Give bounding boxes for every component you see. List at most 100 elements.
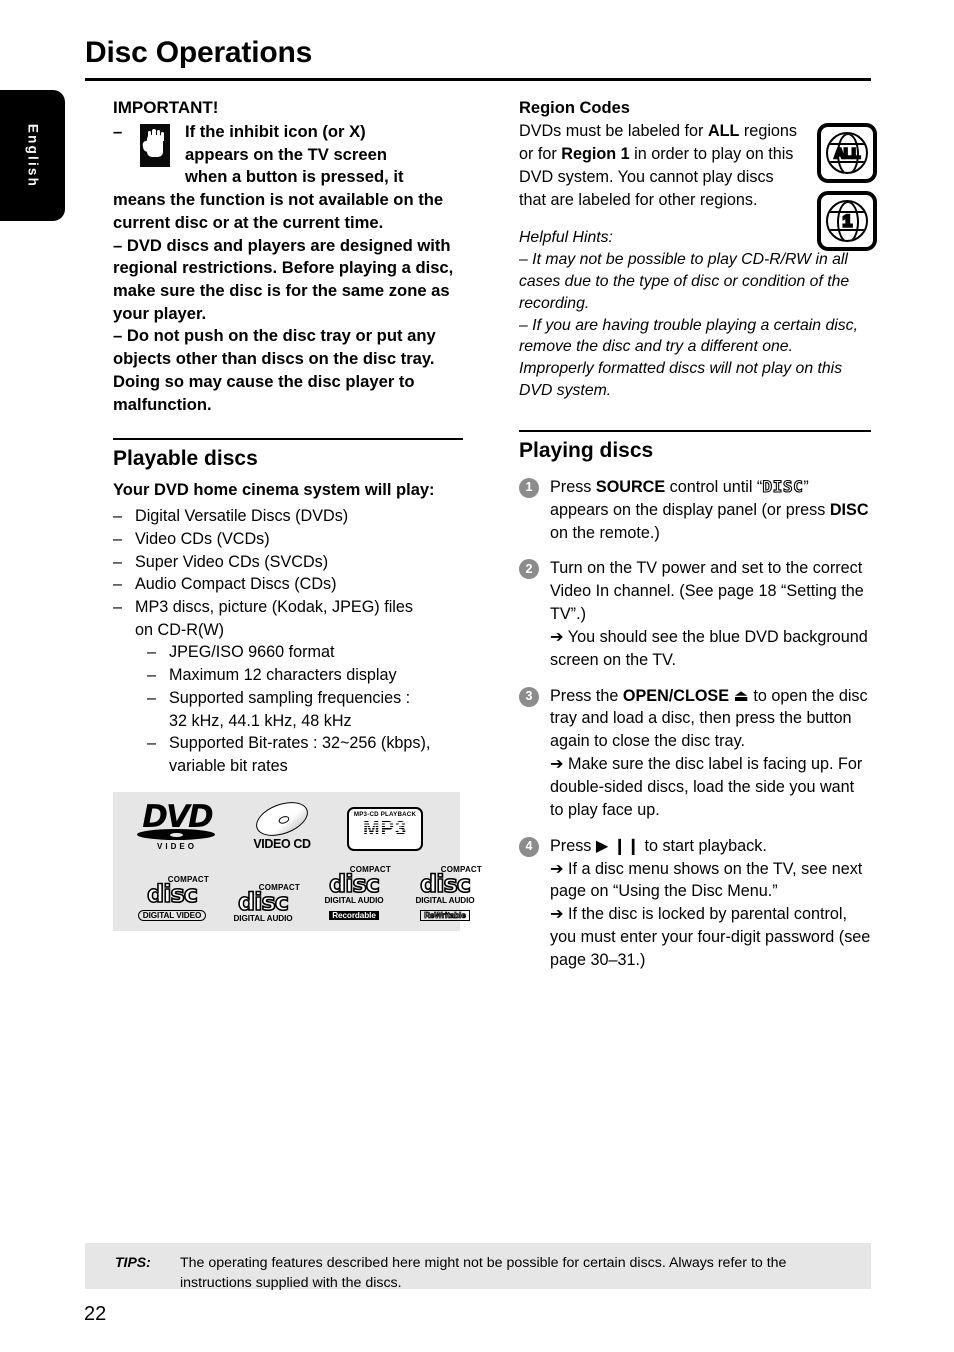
bullet-dash: – xyxy=(113,122,123,141)
mp3-logo-main: MP3 xyxy=(349,819,421,839)
step-number: 1 xyxy=(519,477,539,498)
page-number: 22 xyxy=(84,1303,107,1325)
step-3-pre: Press the xyxy=(550,686,623,705)
right-column: Region Codes DVDs must be labeled for AL… xyxy=(519,98,877,972)
playable-discs-section: Playable discs Your DVD home cinema syst… xyxy=(113,438,463,777)
tips-bar: TIPS: The operating features described h… xyxy=(85,1243,871,1291)
mp3-continuation: on CD-R(W) xyxy=(135,620,225,639)
disc-button-keyword: DISC xyxy=(829,500,869,519)
list-item-label: Video CDs (VCDs) xyxy=(135,530,270,549)
list-item-label: MP3 discs, picture (Kodak, JPEG) files xyxy=(135,598,413,617)
helpful-hint-1: – It may not be possible to play CD-R/RW… xyxy=(519,251,850,312)
important-line-1: If the inhibit icon (or X) xyxy=(185,122,366,141)
source-button-keyword: SOURCE xyxy=(595,477,666,496)
step-4-pre: Press xyxy=(550,836,596,855)
section-divider xyxy=(113,438,463,441)
mp3-logo-top: MP3-CD PLAYBACK xyxy=(353,811,417,819)
page-title: Disc Operations xyxy=(85,36,313,69)
step-3-note: ➔ Make sure the disc label is facing up.… xyxy=(550,755,863,819)
cd-logo-sub: DIGITAL AUDIO xyxy=(415,896,475,906)
list-dash: – xyxy=(147,734,157,753)
important-bullet-2: – DVD discs and players are designed wit… xyxy=(113,235,454,323)
step-4-post: to start playback. xyxy=(639,836,767,855)
play-pause-icon: ▶ ❙❙ xyxy=(595,836,640,855)
list-dash: – xyxy=(113,575,123,594)
playing-discs-section: Playing discs 1 Press SOURCE control unt… xyxy=(519,429,871,972)
cd-logo-sub: DIGITAL VIDEO xyxy=(137,910,207,922)
list-item: – Digital Versatile Discs (DVDs) xyxy=(113,505,463,528)
step-2-text: Turn on the TV power and set to the corr… xyxy=(550,559,864,624)
step-2: 2 Turn on the TV power and set to the co… xyxy=(519,557,871,671)
important-line-3: when a button is pressed, it xyxy=(185,167,404,187)
region-body-part1: DVDs must be labeled for xyxy=(519,122,708,141)
list-item-label: Digital Versatile Discs (DVDs) xyxy=(135,507,349,526)
list-item: – Supported sampling frequencies : xyxy=(113,687,463,710)
region-codes-body: DVDs must be labeled for ALL regions or … xyxy=(519,120,797,211)
dvd-logo-main: DVD xyxy=(142,798,213,835)
region-all-badge-label: ALL xyxy=(833,145,861,161)
dvd-logo-sub: VIDEO xyxy=(157,842,197,852)
playable-discs-heading: Playable discs xyxy=(113,447,258,471)
disc-icon xyxy=(251,795,313,843)
list-item: – Maximum 12 characters display xyxy=(113,664,463,687)
mp3-sub-list: – JPEG/ISO 9660 format – Maximum 12 charac… xyxy=(113,641,463,709)
important-label: IMPORTANT! xyxy=(113,98,219,117)
cd-logo-rewritable-badge: ReWritable xyxy=(420,910,470,922)
list-item: – JPEG/ISO 9660 format xyxy=(113,641,463,664)
playing-discs-steps: 1 Press SOURCE control until “DISC” appe… xyxy=(519,476,871,972)
important-bullet-3: – Do not push on the disc tray or put an… xyxy=(113,326,436,414)
region-one-badge: 1 xyxy=(817,191,877,251)
cd-logo-sub: DIGITAL AUDIO xyxy=(233,914,293,924)
important-first-bullet: – If the inhibit icon (or X) appears on … xyxy=(113,121,463,189)
important-body: means the function is not available on t… xyxy=(113,189,463,416)
list-dash: – xyxy=(147,643,157,662)
step-number: 4 xyxy=(519,836,539,857)
bitrate-list: – Supported Bit-rates : 32~256 (kbps), xyxy=(113,732,463,755)
cd-digital-video-logo: COMPACT disc DIGITAL VIDEO xyxy=(133,875,211,924)
region-1-keyword: Region 1 xyxy=(561,144,630,163)
region-codes-heading: Region Codes xyxy=(519,99,630,117)
list-item-label: Maximum 12 characters display xyxy=(169,666,397,685)
list-dash: – xyxy=(113,552,123,571)
list-dash: – xyxy=(147,666,157,685)
list-dash: – xyxy=(113,530,123,549)
video-cd-logo: VIDEO CD xyxy=(243,795,321,852)
document-page: English Disc Operations IMPORTANT! – If … xyxy=(0,0,954,1352)
title-divider xyxy=(85,78,871,81)
cd-logo-main: disc xyxy=(237,887,290,916)
globe-icon: ALL xyxy=(826,132,868,174)
sampling-freq-continuation: 32 kHz, 44.1 kHz, 48 kHz xyxy=(169,711,352,730)
cd-logo-recordable-badge: Recordable xyxy=(329,911,379,921)
helpful-hints: Helpful Hints: – It may not be possible … xyxy=(519,227,871,401)
bitrate-continuation: variable bit rates xyxy=(169,756,288,775)
dvd-logo-ellipse xyxy=(137,829,215,841)
inhibit-hand-icon xyxy=(140,124,170,167)
section-divider xyxy=(519,429,871,432)
video-cd-label: VIDEO CD xyxy=(253,837,311,852)
step-4-note-1: ➔ If a disc menu shows on the TV, see ne… xyxy=(550,859,863,901)
lcd-disc-text: DISC xyxy=(762,476,804,496)
cd-recordable-logo: COMPACT disc DIGITAL AUDIO Recordable xyxy=(315,865,393,924)
region-one-badge-label: 1 xyxy=(841,211,853,231)
list-item-label: Supported Bit-rates : 32~256 (kbps), xyxy=(169,734,431,753)
cd-digital-audio-logo: COMPACT disc DIGITAL AUDIO xyxy=(224,883,302,924)
step-1-tail: on the remote.) xyxy=(550,523,660,542)
list-item-label: JPEG/ISO 9660 format xyxy=(169,643,335,662)
step-1-mid: control until “ xyxy=(665,477,763,496)
step-1: 1 Press SOURCE control until “DISC” appe… xyxy=(519,476,871,545)
disc-format-logos: DVD VIDEO VIDEO CD MP3-CD PLAYBACK MP3 C… xyxy=(113,791,482,931)
tips-label: TIPS: xyxy=(115,1254,151,1270)
list-dash: – xyxy=(113,507,123,526)
list-item: – Audio Compact Discs (CDs) xyxy=(113,573,463,596)
playable-discs-subheading: Your DVD home cinema system will play: xyxy=(113,481,435,500)
region-all-badge: ALL xyxy=(817,123,877,183)
tips-text: The operating features described here mi… xyxy=(180,1255,787,1292)
list-item-label: Super Video CDs (SVCDs) xyxy=(135,552,329,571)
left-column: IMPORTANT! – If the inhibit icon (or X) … xyxy=(113,98,482,931)
step-1-pre: Press xyxy=(550,477,596,496)
helpful-hint-2: – If you are having trouble playing a ce… xyxy=(519,316,858,400)
cd-logo-main: disc xyxy=(146,879,199,908)
playable-discs-list: – Digital Versatile Discs (DVDs) – Video C… xyxy=(113,505,463,618)
cd-rewritable-logo: COMPACT disc DIGITAL AUDIO ReWritable xyxy=(406,865,484,924)
region-codes-section: Region Codes DVDs must be labeled for AL… xyxy=(519,98,877,251)
